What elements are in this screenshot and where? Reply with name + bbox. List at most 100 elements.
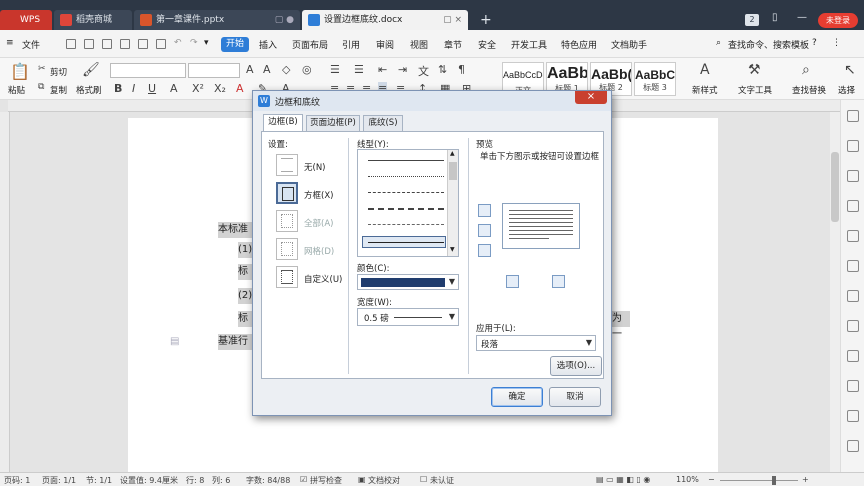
right-border-button[interactable]	[552, 275, 565, 288]
cut-icon[interactable]: ✂	[38, 64, 46, 74]
shrink-font-icon[interactable]: A	[263, 63, 271, 76]
zoom-slider-handle[interactable]	[772, 476, 776, 485]
vertical-ruler[interactable]	[0, 112, 10, 472]
dialog-titlebar[interactable]: W 边框和底纹 ×	[253, 91, 611, 111]
bold-icon[interactable]: B	[114, 82, 122, 95]
copy-icon[interactable]: ⧉	[38, 82, 44, 92]
select-label[interactable]: 选择	[838, 84, 855, 96]
cut-label[interactable]: 剪切	[50, 66, 67, 78]
text-tool-label[interactable]: 文字工具	[738, 84, 772, 96]
zoom-slider[interactable]	[720, 480, 798, 481]
menu-view[interactable]: 视图	[410, 38, 428, 51]
strikethrough-icon[interactable]: A	[170, 82, 178, 95]
tab-docx[interactable]: 设置边框底纹.docx ▢ ×	[302, 10, 468, 30]
sidebar-tool-icon[interactable]	[847, 110, 859, 122]
select-icon[interactable]: ↖	[844, 62, 856, 78]
menu-developer[interactable]: 开发工具	[511, 38, 547, 51]
sort-icon[interactable]: ⇅	[438, 63, 447, 76]
status-words[interactable]: 字数: 84/88	[246, 475, 290, 486]
font-size-combo[interactable]	[188, 63, 240, 78]
menu-review[interactable]: 审阅	[376, 38, 394, 51]
help-button[interactable]: ?	[812, 38, 817, 48]
setting-box-icon[interactable]	[276, 182, 298, 204]
new-style-label[interactable]: 新样式	[692, 84, 718, 96]
sidebar-tool-icon[interactable]	[847, 260, 859, 272]
dialog-close-button[interactable]: ×	[575, 91, 607, 104]
redo-icon[interactable]: ↷	[190, 38, 198, 48]
text-tool-icon[interactable]: ⚒	[748, 62, 761, 78]
chinese-layout-icon[interactable]: 文	[418, 63, 429, 79]
new-style-icon[interactable]: A	[700, 62, 710, 78]
sidebar-tool-icon[interactable]	[847, 290, 859, 302]
setting-custom-label[interactable]: 自定义(U)	[304, 273, 342, 285]
paste-icon[interactable]: 📋	[10, 62, 30, 81]
scroll-thumb[interactable]	[831, 152, 839, 222]
tab-page-border[interactable]: 页面边框(P)	[306, 115, 360, 131]
setting-custom-icon[interactable]	[276, 266, 298, 288]
inner-horizontal-border-button[interactable]	[478, 224, 491, 237]
sidebar-tool-icon[interactable]	[847, 140, 859, 152]
width-select[interactable]: 0.5 磅 ▼	[357, 308, 459, 326]
line-style-option[interactable]	[368, 208, 444, 210]
menu-references[interactable]: 引用	[342, 38, 360, 51]
clear-format-icon[interactable]: ◇	[282, 63, 290, 76]
setting-box-label[interactable]: 方框(X)	[304, 189, 333, 201]
ok-button[interactable]: 确定	[491, 387, 543, 407]
decrease-indent-icon[interactable]: ⇤	[378, 63, 387, 76]
undo-icon[interactable]: ↶	[174, 38, 182, 48]
skin-icon[interactable]: ▯	[772, 12, 778, 23]
line-style-list[interactable]: ▲ ▼	[357, 149, 459, 257]
export-pdf-icon[interactable]	[120, 39, 130, 49]
new-doc-icon[interactable]	[66, 39, 76, 49]
setting-none-icon[interactable]	[276, 154, 298, 176]
apply-to-select[interactable]: 段落 ▼	[476, 335, 596, 351]
tab-pptx[interactable]: 第一章课件.pptx ▢ ●	[134, 10, 300, 30]
command-search[interactable]: 查找命令、搜索模板	[728, 38, 809, 51]
tab-docer-store[interactable]: 稻壳商城	[54, 10, 132, 30]
view-mode-icon[interactable]: ▤ ▭ ▦ ◧ ▯ ◉	[596, 475, 650, 484]
sidebar-tool-icon[interactable]	[847, 170, 859, 182]
options-button[interactable]: 选项(O)...	[550, 356, 602, 376]
tab-close-icon[interactable]: ▢ ●	[275, 10, 294, 30]
menu-security[interactable]: 安全	[478, 38, 496, 51]
bottom-border-button[interactable]	[478, 244, 491, 257]
format-brush-label[interactable]: 格式刷	[76, 84, 102, 96]
bullet-list-icon[interactable]: ☰	[330, 63, 340, 76]
line-style-scroll-thumb[interactable]	[449, 162, 457, 180]
paragraph-marker-icon[interactable]: ▤	[170, 336, 179, 347]
style-heading3[interactable]: AaBbC 标题 3	[634, 62, 676, 96]
cancel-button[interactable]: 取消	[549, 387, 601, 407]
format-brush-icon[interactable]: 🖌	[82, 62, 100, 78]
grow-font-icon[interactable]: A	[246, 63, 254, 76]
zoom-out-icon[interactable]: −	[708, 475, 715, 484]
left-border-button[interactable]	[506, 275, 519, 288]
menu-file[interactable]: 文件	[22, 38, 40, 51]
zoom-level[interactable]: 110%	[676, 475, 699, 484]
border-preview[interactable]	[502, 203, 580, 249]
more-icon[interactable]: ⋮	[832, 38, 841, 48]
line-style-option[interactable]	[368, 224, 444, 225]
menu-chapter[interactable]: 章节	[444, 38, 462, 51]
tab-close-icon[interactable]: ▢ ×	[443, 10, 462, 30]
print-icon[interactable]	[138, 39, 148, 49]
find-replace-label[interactable]: 查找替换	[792, 84, 826, 96]
font-color-icon[interactable]: A	[236, 82, 244, 95]
open-icon[interactable]	[84, 39, 94, 49]
status-certification[interactable]: 未认证	[430, 475, 454, 486]
phonetic-icon[interactable]: ◎	[302, 63, 312, 76]
tab-wps[interactable]: WPS	[0, 10, 52, 30]
font-name-combo[interactable]	[110, 63, 186, 78]
find-replace-icon[interactable]: ⌕	[802, 62, 810, 78]
login-button[interactable]: 未登录	[818, 13, 858, 28]
italic-icon[interactable]: I	[132, 82, 135, 95]
line-style-scrollbar[interactable]: ▲ ▼	[447, 150, 458, 256]
sidebar-tool-icon[interactable]	[847, 200, 859, 212]
line-style-option[interactable]	[368, 160, 444, 161]
tab-shading[interactable]: 底纹(S)	[363, 115, 403, 131]
status-proofread[interactable]: 文档校对	[368, 475, 400, 486]
menu-insert[interactable]: 插入	[259, 38, 277, 51]
sidebar-tool-icon[interactable]	[847, 380, 859, 392]
menu-page-layout[interactable]: 页面布局	[292, 38, 328, 51]
paste-label[interactable]: 粘贴	[8, 84, 25, 96]
vertical-scrollbar[interactable]	[830, 112, 840, 472]
